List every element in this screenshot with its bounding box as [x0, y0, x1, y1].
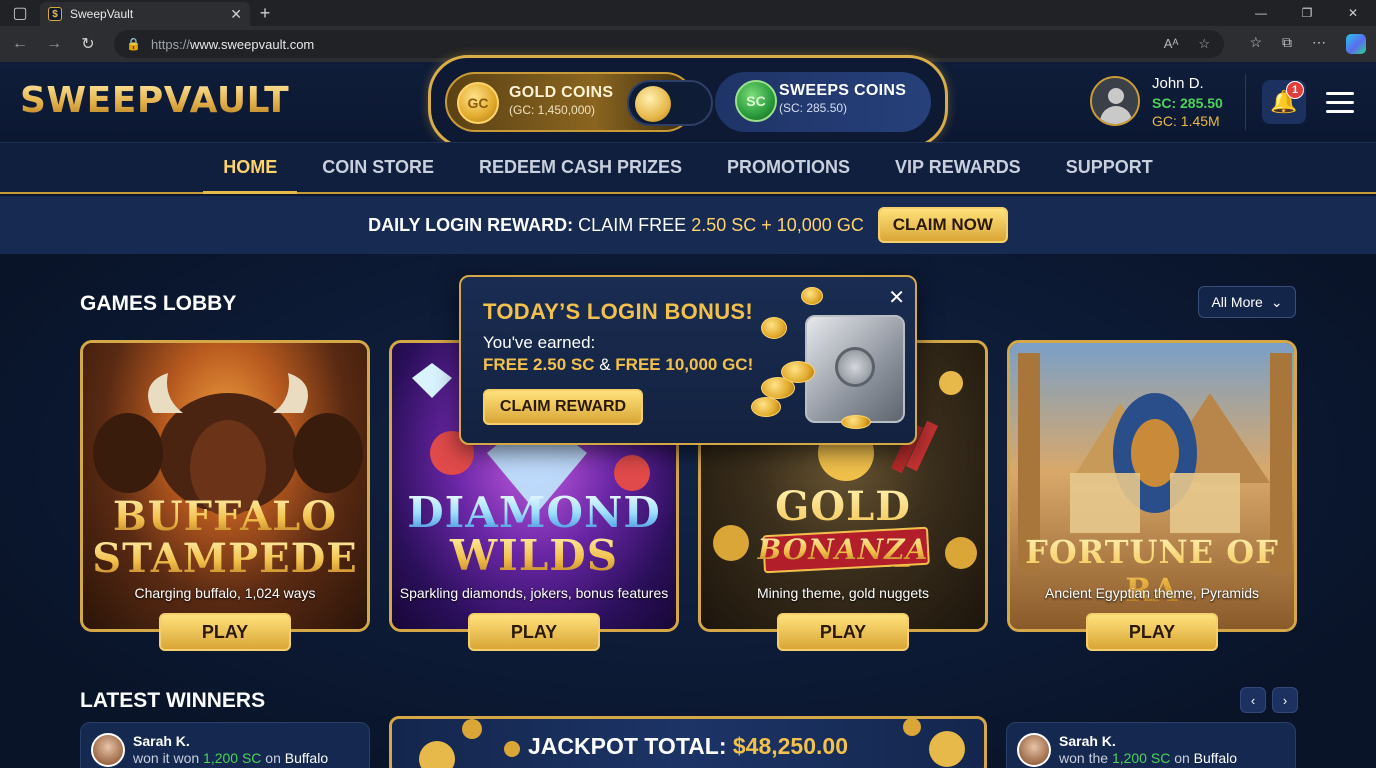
avatar [1017, 733, 1051, 767]
play-button-buffalo-stampede[interactable]: PLAY [159, 613, 291, 651]
all-more-dropdown[interactable]: All More ⌄ [1198, 286, 1296, 318]
close-icon[interactable]: ✕ [888, 285, 905, 310]
winner-name: Sarah K. [133, 733, 190, 749]
gold-coins-label: GOLD COINS [509, 84, 614, 101]
login-bonus-popup: TODAY’S LOGIN BONUS! You've earned: FREE… [459, 275, 917, 445]
favorites-icon[interactable]: ☆ [1249, 34, 1262, 54]
browser-tabbar: ▢ $ SweepVault ✕ + — ❐ ✕ [0, 0, 1376, 26]
tab-title: SweepVault [70, 7, 134, 21]
game-description: Sparkling diamonds, jokers, bonus featur… [399, 585, 669, 601]
game-title: BUFFALO [83, 493, 367, 540]
game-title-line2: STAMPEDE [83, 535, 367, 582]
sweeps-coins-option[interactable]: SC SWEEPS COINS (SC: 285.50) [715, 72, 931, 132]
menu-icon[interactable] [1326, 92, 1354, 119]
game-title-line2: WILDS [392, 531, 676, 580]
nav-promotions[interactable]: PROMOTIONS [727, 142, 850, 194]
chevron-down-icon: ⌄ [1270, 293, 1283, 310]
browser-tab[interactable]: $ SweepVault ✕ [40, 2, 250, 26]
more-icon[interactable]: ⋯ [1312, 34, 1326, 54]
user-sc-balance: SC: 285.50 [1152, 95, 1223, 111]
vault-safe-icon [805, 315, 905, 423]
gold-coin-icon: GC [457, 82, 499, 124]
flying-coin-icon [761, 317, 787, 339]
winner-card[interactable]: Sarah K. won it won 1,200 SC on Buffalo [80, 722, 370, 768]
nav-support[interactable]: SUPPORT [1066, 142, 1153, 194]
winner-text: won it won 1,200 SC on Buffalo [133, 750, 329, 766]
play-button-fortune-of-ra[interactable]: PLAY [1086, 613, 1218, 651]
sweeps-coins-balance: (SC: 285.50) [779, 101, 848, 115]
game-description: Charging buffalo, 1,024 ways [134, 585, 316, 601]
winner-text: won the 1,200 SC on Buffalo [1059, 750, 1238, 766]
header-divider [1245, 74, 1246, 130]
game-title: DIAMOND [392, 488, 676, 537]
winner-name: Sarah K. [1059, 733, 1116, 749]
forward-icon[interactable]: → [44, 35, 64, 53]
minimize-icon[interactable]: — [1238, 0, 1284, 26]
collections-icon[interactable]: ⧉ [1282, 34, 1292, 54]
user-name: John D. [1152, 75, 1204, 92]
user-gc-balance: GC: 1.45M [1152, 113, 1220, 129]
tab-actions-icon[interactable]: ▢ [0, 0, 40, 26]
sweeps-coins-label: SWEEPS COINS [779, 82, 907, 99]
refresh-icon[interactable]: ↻ [78, 34, 98, 54]
sweeps-coin-icon: SC [735, 80, 777, 122]
window-controls: — ❐ ✕ [1238, 0, 1376, 26]
winners-carousel-controls: ‹ › [1240, 687, 1298, 713]
toggle-knob[interactable] [635, 86, 671, 122]
play-button-diamond-wilds[interactable]: PLAY [468, 613, 600, 651]
jackpot-banner: JACKPOT TOTAL: $48,250.00 [389, 716, 987, 768]
close-window-icon[interactable]: ✕ [1330, 0, 1376, 26]
flying-coin-icon [801, 287, 823, 305]
lock-icon[interactable]: 🔒 [126, 37, 141, 51]
popup-earned-text: You've earned: [483, 333, 596, 352]
coin-stack-icon [751, 397, 781, 417]
sweepvault-logo[interactable]: SWEEPVAULT [20, 80, 289, 121]
gold-coins-balance: (GC: 1,450,000) [509, 103, 596, 117]
game-description: Mining theme, gold nuggets [757, 585, 929, 601]
flying-coin-icon [841, 415, 871, 429]
avatar[interactable] [1090, 76, 1140, 126]
url-text[interactable]: https://www.sweepvault.com [151, 37, 314, 52]
main-nav: HOME COIN STORE REDEEM CASH PRIZES PROMO… [0, 142, 1376, 194]
game-title-line2: BONANZA [701, 533, 985, 566]
claim-now-button[interactable]: CLAIM NOW [877, 207, 1008, 243]
currency-toggle[interactable]: GC GOLD COINS (GC: 1,450,000) SC SWEEPS … [428, 55, 948, 149]
user-profile[interactable]: John D. SC: 285.50 GC: 1.45M [1090, 75, 1223, 129]
nav-vip-rewards[interactable]: VIP REWARDS [895, 142, 1021, 194]
daily-reward-text: DAILY LOGIN REWARD: CLAIM FREE 2.50 SC +… [368, 214, 864, 235]
toggle-switch[interactable] [627, 80, 713, 126]
avatar [91, 733, 125, 767]
close-tab-icon[interactable]: ✕ [230, 6, 242, 23]
site-favicon-icon: $ [48, 7, 62, 21]
games-lobby-title: GAMES LOBBY [80, 292, 237, 315]
coin-stack-icon [781, 361, 815, 383]
winner-card[interactable]: Sarah K. won the 1,200 SC on Buffalo [1006, 722, 1296, 768]
play-button-gold-rush-bonanza[interactable]: PLAY [777, 613, 909, 651]
game-card-fortune-of-ra[interactable]: FORTUNE OF RA Ancient Egyptian theme, Py… [1007, 340, 1297, 632]
new-tab-icon[interactable]: + [250, 0, 280, 26]
chevron-left-icon[interactable]: ‹ [1240, 687, 1266, 713]
nav-redeem-cash-prizes[interactable]: REDEEM CASH PRIZES [479, 142, 682, 194]
claim-reward-button[interactable]: CLAIM REWARD [483, 389, 643, 425]
game-card-buffalo-stampede[interactable]: BUFFALO STAMPEDE Charging buffalo, 1,024… [80, 340, 370, 632]
nav-home[interactable]: HOME [203, 142, 298, 194]
back-icon[interactable]: ← [10, 35, 30, 53]
jackpot-total: JACKPOT TOTAL: $48,250.00 [528, 733, 848, 759]
copilot-icon[interactable] [1346, 34, 1366, 54]
chevron-right-icon[interactable]: › [1272, 687, 1298, 713]
address-bar[interactable]: 🔒 https://www.sweepvault.com Aᴬ ☆ [114, 30, 1224, 58]
game-description: Ancient Egyptian theme, Pyramids [1045, 585, 1259, 601]
favorite-star-icon[interactable]: ☆ [1198, 36, 1210, 52]
latest-winners-title: LATEST WINNERS [80, 689, 266, 712]
maximize-icon[interactable]: ❐ [1284, 0, 1330, 26]
popup-reward-text: FREE 2.50 SC & FREE 10,000 GC! [483, 355, 754, 374]
daily-reward-banner: DAILY LOGIN REWARD: CLAIM FREE 2.50 SC +… [0, 196, 1376, 254]
nav-coin-store[interactable]: COIN STORE [322, 142, 434, 194]
popup-title: TODAY’S LOGIN BONUS! [483, 299, 754, 324]
read-aloud-icon[interactable]: Aᴬ [1164, 36, 1179, 52]
notification-badge: 1 [1286, 81, 1304, 99]
